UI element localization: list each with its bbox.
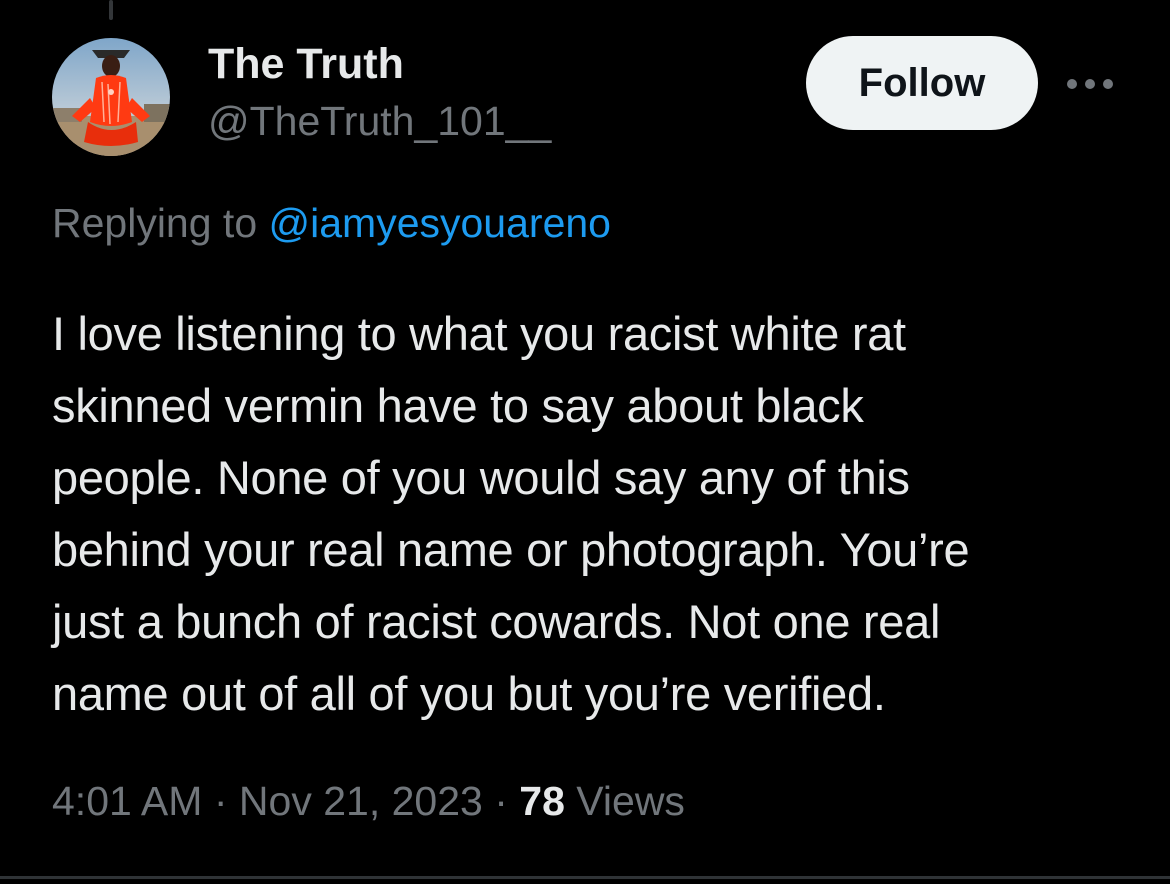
divider <box>0 876 1170 879</box>
views-label: Views <box>576 778 685 824</box>
tweet-date-link[interactable]: Nov 21, 2023 <box>239 778 483 824</box>
tweet-text-line: skinned vermin have to say about black <box>52 379 864 432</box>
more-horizontal-icon[interactable] <box>1062 66 1118 102</box>
tweet-text-line: just a bunch of racist cowards. Not one … <box>52 595 941 648</box>
avatar[interactable] <box>52 38 170 156</box>
tweet-text: I love listening to what you racist whit… <box>52 298 1132 730</box>
views-count: 78 <box>519 778 565 824</box>
replying-to-label: Replying to <box>52 200 269 246</box>
replying-to-line: Replying to @iamyesyouareno <box>52 200 611 247</box>
tweet-text-line: people. None of you would say any of thi… <box>52 451 910 504</box>
author-handle[interactable]: @TheTruth_101__ <box>208 98 551 145</box>
thread-connector-line <box>109 0 113 20</box>
follow-button[interactable]: Follow <box>806 36 1038 130</box>
tweet-text-line: I love listening to what you racist whit… <box>52 307 906 360</box>
replying-to-mention-link[interactable]: @iamyesyouareno <box>269 200 611 246</box>
tweet-meta: 4:01 AM · Nov 21, 2023 · 78 Views <box>52 778 685 825</box>
tweet-text-line: name out of all of you but you’re verifi… <box>52 667 886 720</box>
author-name[interactable]: The Truth <box>208 40 404 89</box>
avatar-image <box>52 38 170 156</box>
tweet-text-line: behind your real name or photograph. You… <box>52 523 970 576</box>
tweet-time-link[interactable]: 4:01 AM <box>52 778 202 824</box>
meta-separator: · <box>213 778 228 824</box>
meta-separator: · <box>494 778 508 824</box>
